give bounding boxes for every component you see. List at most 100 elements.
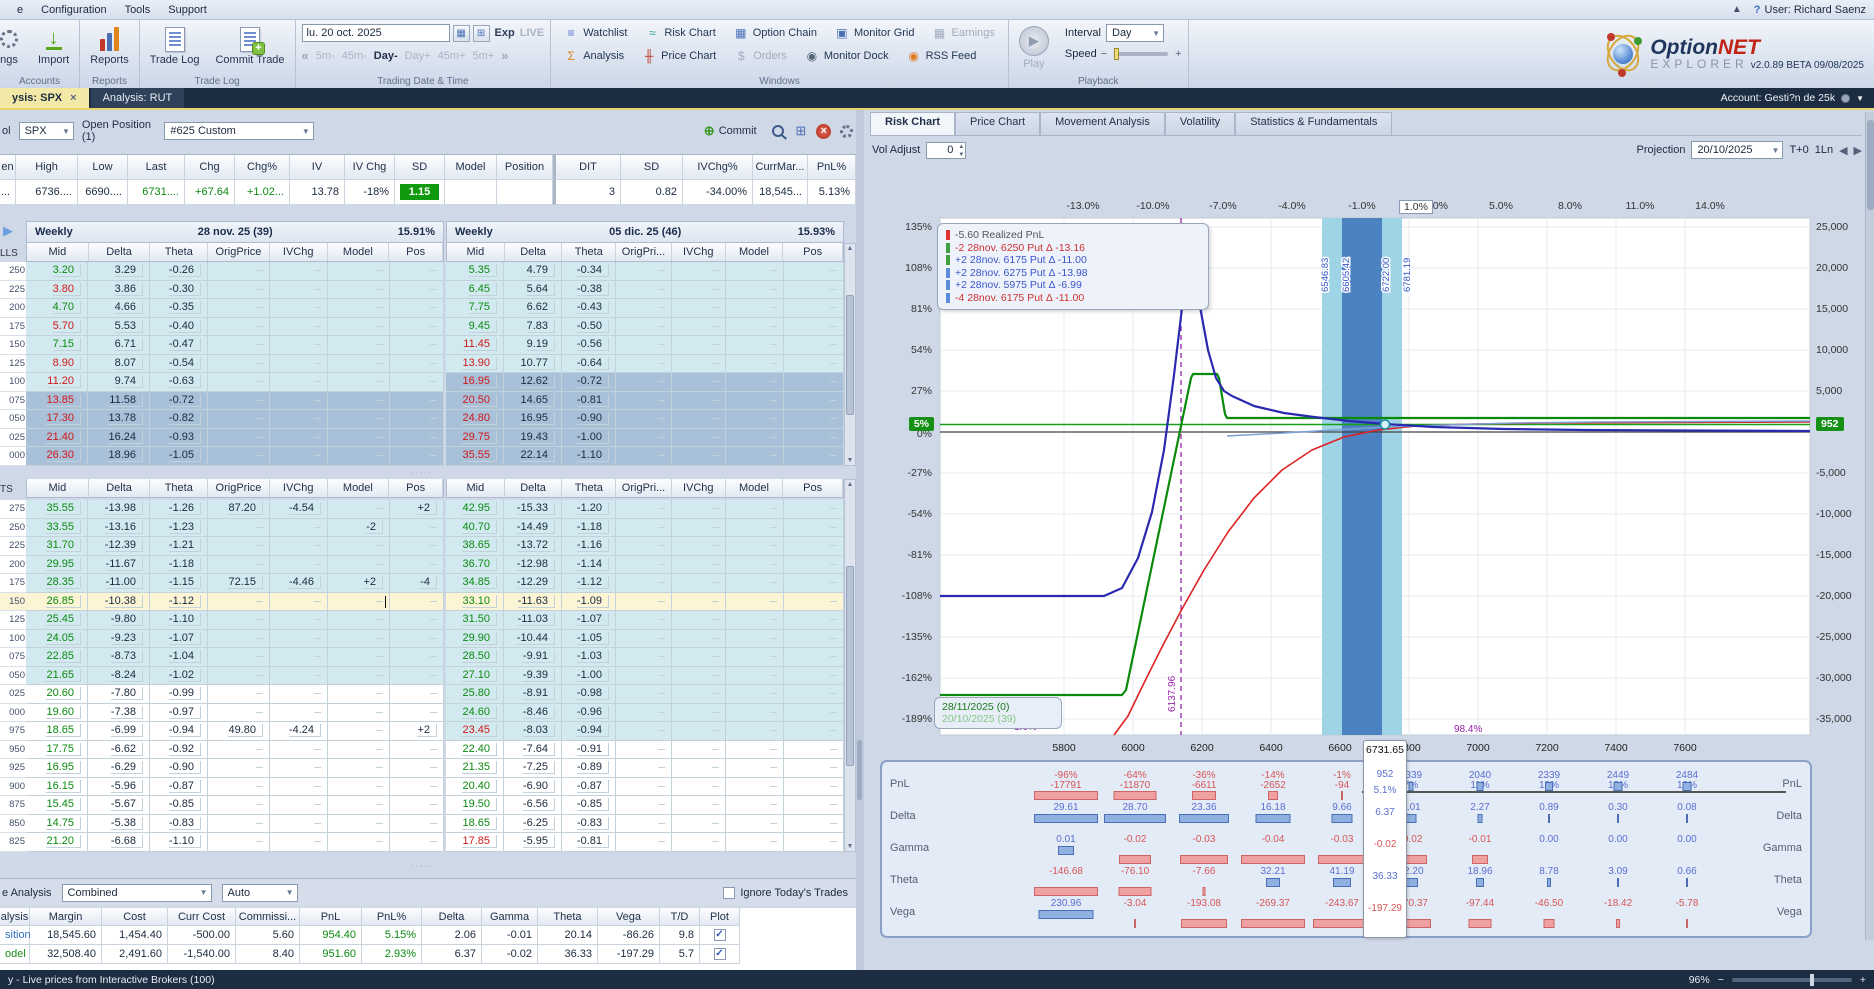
chain-cell[interactable] [390,537,444,556]
chain-cell[interactable] [208,740,270,759]
chain-cell[interactable] [784,814,844,833]
chain-cell[interactable]: 21.20 [26,833,88,852]
chain-cell[interactable]: -0.92 [150,740,208,759]
chain-row[interactable]: 13.90 10.77 -0.64 [446,354,844,373]
chain-cell[interactable] [270,592,328,611]
chain-cell[interactable]: 6.62 [504,299,562,318]
chain-cell[interactable] [208,410,270,429]
chain-cell[interactable]: -6.62 [88,740,150,759]
chain-cell[interactable]: -0.96 [562,703,616,722]
help-icon[interactable]: ? [1754,4,1761,16]
chain-cell[interactable]: 14.75 [26,814,88,833]
chain-cell[interactable] [208,666,270,685]
chain-cell[interactable] [270,317,328,336]
chain-cell[interactable] [616,280,672,299]
chain-cell[interactable]: -2 [328,518,390,537]
chain-cell[interactable] [672,814,726,833]
chain-cell[interactable]: -0.35 [150,299,208,318]
chain-cell[interactable] [390,410,444,429]
chain-row[interactable]: 35.55 22.14 -1.10 [446,447,844,466]
chain-cell[interactable] [328,391,390,410]
settings-button[interactable]: ngs [0,24,26,68]
chain-cell[interactable]: -5.38 [88,814,150,833]
chain-row[interactable]: 6.45 5.64 -0.38 [446,280,844,299]
chain-cell[interactable]: 22.40 [446,740,504,759]
chain-cell[interactable]: 49.80 [208,722,270,741]
chain-cell[interactable]: 13.90 [446,354,504,373]
chain-cell[interactable] [270,666,328,685]
chain-cell[interactable] [328,280,390,299]
chain-cell[interactable] [270,280,328,299]
chain-cell[interactable] [390,391,444,410]
chain-cell[interactable]: -0.40 [150,317,208,336]
chain-cell[interactable]: -1.18 [562,518,616,537]
chain-cell[interactable]: 17.30 [26,410,88,429]
chain-cell[interactable] [328,814,390,833]
chain-cell[interactable] [208,299,270,318]
chain-cell[interactable] [726,447,784,466]
chain-cell[interactable] [270,833,328,852]
chain-cell[interactable]: 9.74 [88,373,150,392]
chain-cell[interactable] [616,611,672,630]
chain-cell[interactable] [390,555,444,574]
chain-row[interactable]: 17.30 13.78 -0.82 [26,410,444,429]
chain-cell[interactable]: 40.70 [446,518,504,537]
chain-cell[interactable] [328,740,390,759]
chain-cell[interactable]: 72.15 [208,574,270,593]
chain-cell[interactable]: -11.67 [88,555,150,574]
chain-cell[interactable] [270,685,328,704]
chain-cell[interactable]: 21.40 [26,428,88,447]
chain-cell[interactable]: 6.71 [88,336,150,355]
chain-cell[interactable] [328,722,390,741]
chain-cell[interactable] [270,354,328,373]
chain-cell[interactable]: -4 [390,574,444,593]
grid-settings-icon[interactable]: ⊞ [793,123,808,140]
chain-cell[interactable] [270,336,328,355]
chain-cell[interactable]: -0.91 [562,740,616,759]
chain-cell[interactable] [784,262,844,281]
chain-cell[interactable] [328,777,390,796]
chain-row[interactable]: 20.50 14.65 -0.81 [446,391,844,410]
chain-row[interactable]: 28.35 -11.00 -1.15 72.15 -4.46 +2 -4 [26,574,444,593]
chain-cell[interactable]: 5.35 [446,262,504,281]
chain-cell[interactable]: 33.10 [446,592,504,611]
close-tab-icon[interactable]: × [70,92,76,104]
trading-date-input[interactable]: lu. 20 oct. 2025 [301,24,450,42]
nav-Day-[interactable]: Day- [374,50,398,62]
calendar-icon[interactable]: ▦ [452,24,470,42]
window-button-option-chain[interactable]: ▦ Option Chain [727,24,824,42]
chain-cell[interactable] [616,373,672,392]
chain-cell[interactable] [672,833,726,852]
chain-cell[interactable]: 16.24 [88,428,150,447]
chain-cell[interactable]: 4.79 [504,262,562,281]
chain-cell[interactable] [328,317,390,336]
chain-cell[interactable] [726,833,784,852]
chain-cell[interactable]: -6.99 [88,722,150,741]
chain-cell[interactable]: 21.35 [446,759,504,778]
chain-cell[interactable]: -1.15 [150,574,208,593]
chain-cell[interactable]: 24.80 [446,410,504,429]
chain-cell[interactable]: -6.90 [504,777,562,796]
puts-scrollbar[interactable]: ▲ ▼ [844,479,856,852]
chain-cell[interactable] [616,592,672,611]
chain-cell[interactable] [726,410,784,429]
chain-cell[interactable] [726,685,784,704]
chain-cell[interactable]: 5.64 [504,280,562,299]
chain-cell[interactable] [208,592,270,611]
commit-button[interactable]: ⊕ Commit [698,122,763,140]
chain-cell[interactable]: -1.02 [150,666,208,685]
chain-cell[interactable] [672,574,726,593]
chain-cell[interactable] [672,722,726,741]
chain-cell[interactable]: -0.93 [150,428,208,447]
chain-cell[interactable]: 19.50 [446,796,504,815]
chain-cell[interactable] [672,777,726,796]
chain-cell[interactable]: -0.85 [150,796,208,815]
chain-cell[interactable] [784,759,844,778]
chain-cell[interactable] [328,666,390,685]
chain-cell[interactable] [390,648,444,667]
chain-cell[interactable] [672,759,726,778]
chain-cell[interactable]: 13.78 [88,410,150,429]
calls-scrollbar[interactable]: ▲ ▼ [844,243,856,466]
chain-cell[interactable] [208,354,270,373]
chain-cell[interactable]: +2 [328,574,390,593]
